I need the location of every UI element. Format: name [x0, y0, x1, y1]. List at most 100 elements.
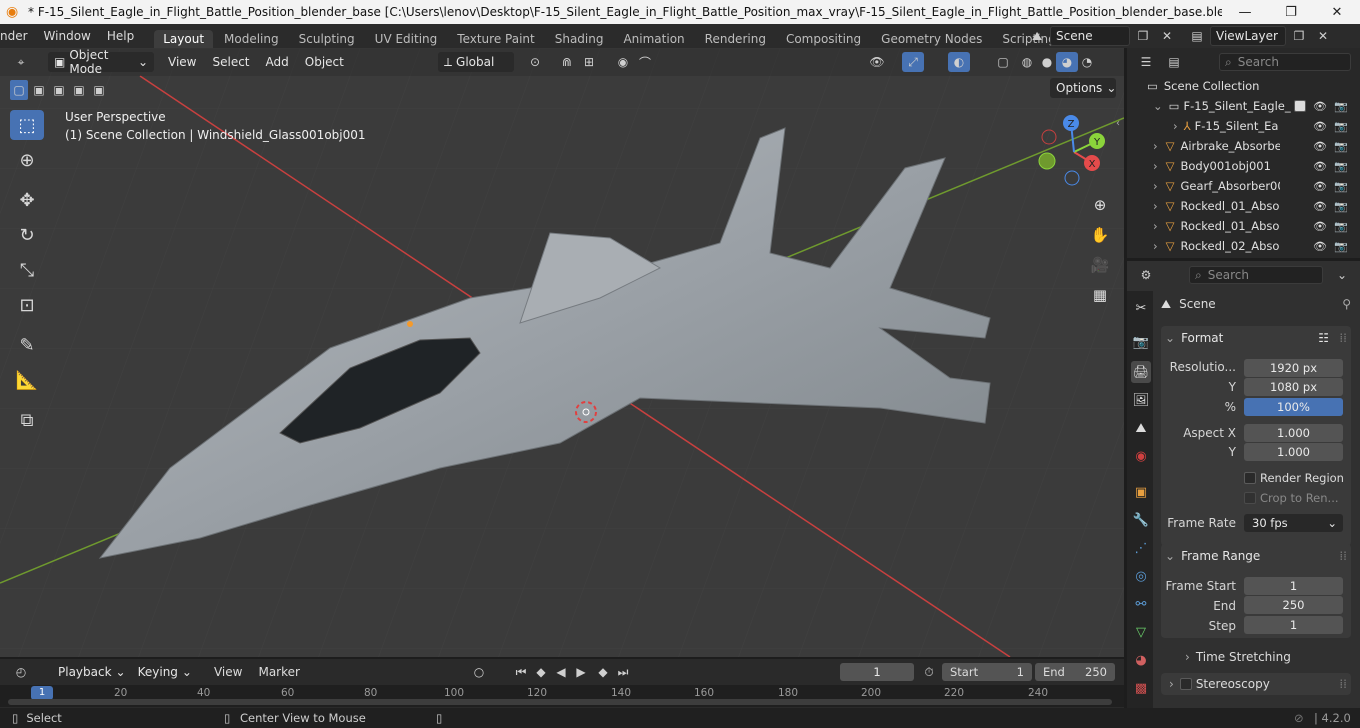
pin-icon[interactable]: ⚲: [1342, 297, 1351, 311]
outliner-scene-collection[interactable]: ▭ Scene Collection: [1127, 76, 1360, 96]
delete-view-layer-icon[interactable]: ✕: [1312, 26, 1334, 46]
jump-keyframe-back-icon[interactable]: ◆: [530, 662, 552, 682]
eye-icon[interactable]: 👁: [1313, 220, 1327, 233]
display-mode-icon[interactable]: ▤: [1163, 52, 1185, 72]
camera-view-icon[interactable]: 🎥: [1086, 251, 1114, 279]
playhead[interactable]: 1: [31, 686, 53, 700]
editor-type-icon[interactable]: ⌖: [10, 52, 32, 72]
jump-start-icon[interactable]: ⏮: [510, 662, 532, 682]
scene-selector[interactable]: Scene: [1050, 26, 1130, 46]
tool-tab-icon[interactable]: ✂: [1131, 297, 1151, 319]
gizmo-toggle-icon[interactable]: ⤢: [902, 52, 924, 72]
eye-icon[interactable]: 👁: [1313, 200, 1327, 213]
tab-geometry-nodes[interactable]: Geometry Nodes: [872, 30, 991, 48]
view-layer-selector[interactable]: ViewLayer: [1210, 26, 1286, 46]
stereoscopy-checkbox[interactable]: [1179, 678, 1192, 690]
timeline-ruler[interactable]: 1 20 40 60 80 100 120 140 160 180 200 22…: [0, 685, 1124, 707]
outliner-search-input[interactable]: ⌕ Search: [1219, 53, 1351, 71]
expand-chevron-icon[interactable]: ›: [1153, 139, 1158, 153]
move-tool-icon[interactable]: ✥: [10, 185, 44, 215]
menu-help[interactable]: Help: [99, 29, 142, 43]
maximize-button[interactable]: ❐: [1268, 5, 1314, 20]
transform-orientation-dropdown[interactable]: ⟂ Global: [438, 52, 514, 72]
snap-target-icon[interactable]: ⊞: [578, 52, 600, 72]
eye-icon[interactable]: 👁: [1313, 100, 1327, 113]
timeline-type-icon[interactable]: ◴: [10, 662, 32, 682]
start-frame-field[interactable]: Start 1: [942, 663, 1032, 681]
current-frame-field[interactable]: 1: [840, 663, 914, 681]
checkbox[interactable]: [1244, 472, 1256, 484]
jump-end-icon[interactable]: ⏭: [612, 662, 634, 682]
outliner-type-icon[interactable]: ☰: [1135, 52, 1157, 72]
checkbox[interactable]: [1244, 492, 1256, 504]
visibility-icon[interactable]: 👁: [866, 52, 888, 72]
aspect-y-field[interactable]: 1.000: [1244, 443, 1343, 461]
snap-icon[interactable]: ⋒: [556, 52, 578, 72]
menu-view[interactable]: View: [160, 55, 204, 69]
collection-checkbox[interactable]: [1294, 100, 1306, 112]
falloff-icon[interactable]: ⌒: [634, 52, 656, 72]
rotate-tool-icon[interactable]: ↻: [10, 220, 44, 250]
scene-tab-icon[interactable]: ⛰: [1131, 417, 1151, 439]
scale-tool-icon[interactable]: ⤡: [10, 255, 44, 285]
data-tab-icon[interactable]: ▽: [1131, 621, 1151, 643]
expand-chevron-icon[interactable]: ⌄: [1153, 99, 1163, 113]
camera-icon[interactable]: 📷: [1334, 220, 1348, 233]
camera-icon[interactable]: 📷: [1334, 240, 1348, 253]
select-invert-icon[interactable]: ▣: [70, 80, 88, 100]
frame-rate-dropdown[interactable]: 30 fps ⌄: [1244, 514, 1343, 532]
menu-render[interactable]: nder: [0, 29, 36, 43]
select-new-icon[interactable]: ▢: [10, 80, 28, 100]
pivot-point-icon[interactable]: ⊙: [524, 52, 546, 72]
resolution-x-field[interactable]: 1920 px: [1244, 359, 1343, 377]
new-view-layer-icon[interactable]: ❐: [1288, 26, 1310, 46]
tab-sculpting[interactable]: Sculpting: [290, 30, 364, 48]
time-stretching-subpanel[interactable]: › Time Stretching: [1161, 647, 1351, 667]
aspect-x-field[interactable]: 1.000: [1244, 424, 1343, 442]
tab-texture-paint[interactable]: Texture Paint: [448, 30, 543, 48]
timeline-marker-menu[interactable]: Marker: [250, 665, 307, 679]
tab-compositing[interactable]: Compositing: [777, 30, 870, 48]
expand-chevron-icon[interactable]: ›: [1153, 179, 1158, 193]
measure-tool-icon[interactable]: 📐: [10, 365, 44, 395]
3d-viewport[interactable]: ⌖ ▣ Object Mode ⌄ View Select Add Object…: [0, 48, 1124, 657]
select-box-tool-icon[interactable]: ⬚: [10, 110, 44, 140]
annotate-tool-icon[interactable]: ✎: [10, 330, 44, 360]
view-layer-tab-icon[interactable]: 🖼: [1131, 389, 1151, 411]
stopwatch-icon[interactable]: ⏱: [918, 662, 940, 682]
timeline-scrollbar[interactable]: [8, 699, 1112, 705]
chevron-down-icon[interactable]: ⌄: [1331, 265, 1353, 285]
cursor-tool-icon[interactable]: ⊕: [10, 145, 44, 175]
drag-handle-icon[interactable]: ⁞⁞: [1339, 549, 1347, 563]
proportional-edit-icon[interactable]: ◉: [612, 52, 634, 72]
delete-scene-icon[interactable]: ✕: [1156, 26, 1178, 46]
eye-icon[interactable]: 👁: [1313, 160, 1327, 173]
eye-icon[interactable]: 👁: [1313, 120, 1327, 133]
frame-range-panel-header[interactable]: ⌄ Frame Range ⁞⁞: [1161, 545, 1351, 567]
resolution-y-field[interactable]: 1080 px: [1244, 378, 1343, 396]
xray-icon[interactable]: ▢: [992, 52, 1014, 72]
outliner-item[interactable]: › ⅄ F-15_Silent_Ea 👁 📷: [1127, 116, 1360, 136]
mode-dropdown[interactable]: ▣ Object Mode ⌄: [48, 48, 154, 76]
outliner-item[interactable]: › ▽ Body001obj001 👁 📷: [1127, 156, 1360, 176]
frame-step-field[interactable]: 1: [1244, 616, 1343, 634]
texture-tab-icon[interactable]: ▩: [1131, 677, 1151, 699]
camera-icon[interactable]: 📷: [1334, 200, 1348, 213]
rendered-shading-icon[interactable]: ◔: [1076, 52, 1098, 72]
outliner-item[interactable]: › ▽ Rockedl_01_Absorl 👁 📷: [1127, 216, 1360, 236]
eye-icon[interactable]: 👁: [1313, 140, 1327, 153]
scene-icon[interactable]: ⛰: [1026, 26, 1048, 46]
close-button[interactable]: ✕: [1314, 5, 1360, 20]
physics-tab-icon[interactable]: ◎: [1131, 565, 1151, 587]
expand-chevron-icon[interactable]: ›: [1153, 239, 1158, 253]
select-subtract-icon[interactable]: ▣: [50, 80, 68, 100]
timeline-view-menu[interactable]: View: [206, 665, 250, 679]
select-extend-icon[interactable]: ▣: [30, 80, 48, 100]
render-region-checkbox[interactable]: Render Region: [1244, 471, 1344, 485]
orthographic-grid-icon[interactable]: ▦: [1086, 281, 1114, 309]
tab-modeling[interactable]: Modeling: [215, 30, 288, 48]
menu-object[interactable]: Object: [297, 55, 352, 69]
modifier-tab-icon[interactable]: 🔧: [1131, 509, 1151, 531]
pan-hand-icon[interactable]: ✋: [1086, 221, 1114, 249]
outliner-item[interactable]: ⌄ ▭ F-15_Silent_Eagle_ 👁 📷: [1127, 96, 1360, 116]
